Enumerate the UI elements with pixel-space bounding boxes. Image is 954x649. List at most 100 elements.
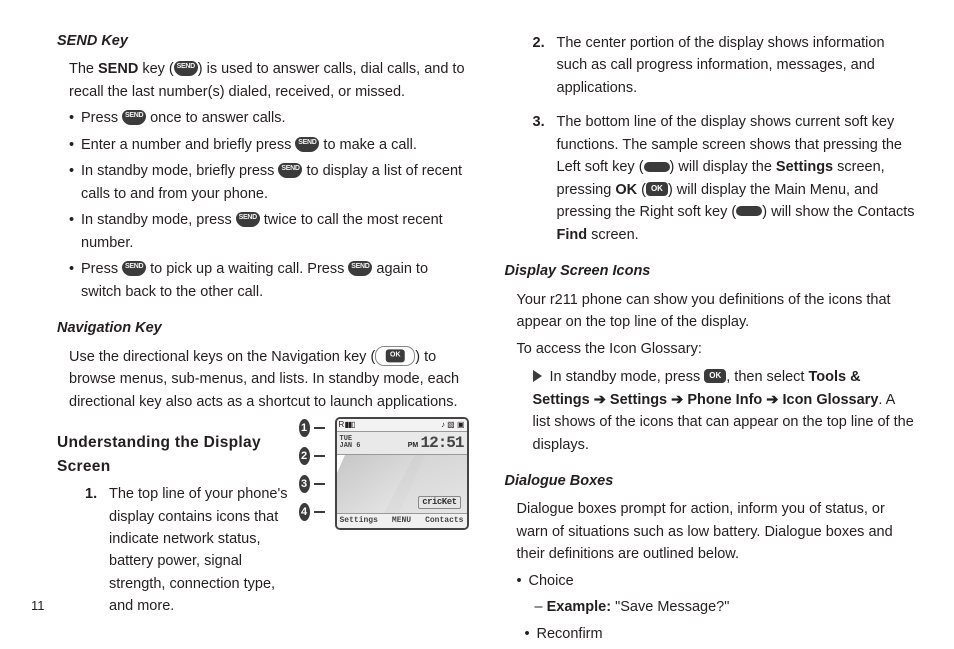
columns: SEND Key The SEND key (SEND) is used to … bbox=[57, 30, 916, 649]
icon-glossary-step: In standby mode, press OK, then select T… bbox=[509, 366, 917, 456]
text: Use the directional keys on the Navigati… bbox=[69, 349, 375, 365]
bullet: Press SEND once to answer calls. bbox=[69, 107, 469, 129]
callout-4: 4 bbox=[299, 503, 310, 521]
arrow-icon: ➔ bbox=[667, 392, 687, 408]
understanding-display-block: Understanding the Display Screen The top… bbox=[57, 417, 469, 634]
navigation-key-icon bbox=[375, 346, 415, 366]
send-key-icon: SEND bbox=[122, 110, 146, 125]
callout-row: 4 bbox=[299, 503, 325, 521]
phone-clock-group: PM 12:51 bbox=[408, 435, 464, 451]
settings-bold: Settings bbox=[610, 392, 667, 408]
find-bold: Find bbox=[557, 227, 588, 243]
display-icons-p1: Your r211 phone can show you definitions… bbox=[517, 289, 917, 334]
example-text: "Save Message?" bbox=[611, 599, 729, 615]
text: to pick up a waiting call. Press bbox=[146, 261, 348, 277]
ok-bold: OK bbox=[615, 182, 637, 198]
right-softkey-icon bbox=[736, 206, 762, 216]
text: Press bbox=[81, 110, 122, 126]
phone-screen-illustration: R ▮▮▯ ♪ ▧ ▣ TUE JAN 6 PM 12:51 bbox=[335, 417, 469, 530]
text: Press bbox=[81, 261, 122, 277]
text: Choice bbox=[529, 573, 574, 589]
step-2: The center portion of the display shows … bbox=[533, 32, 917, 99]
understanding-steps-cont: The center portion of the display shows … bbox=[505, 32, 917, 246]
icon-glossary-bold: Icon Glossary bbox=[782, 392, 878, 408]
dialogue-bullets: Choice bbox=[517, 570, 917, 592]
text: once to answer calls. bbox=[146, 110, 285, 126]
brand-label: cricKet bbox=[418, 496, 460, 509]
triangle-bullet-icon bbox=[533, 370, 542, 382]
step-3: The bottom line of the display shows cur… bbox=[533, 111, 917, 246]
send-key-icon: SEND bbox=[295, 137, 319, 152]
callout-numbers: 1 2 3 4 bbox=[299, 417, 325, 521]
text: Reconfirm bbox=[537, 626, 603, 642]
phone-clock: 12:51 bbox=[420, 434, 463, 452]
pm-label: PM bbox=[408, 442, 419, 449]
arrow-icon: ➔ bbox=[762, 392, 782, 408]
step-1: The top line of your phone's display con… bbox=[85, 483, 289, 618]
navigation-key-heading: Navigation Key bbox=[57, 317, 469, 339]
phone-body: cricKet bbox=[337, 455, 467, 513]
page-number: 11 bbox=[31, 596, 45, 616]
bullet: In standby mode, briefly press SEND to d… bbox=[69, 160, 469, 205]
dialogue-bullets-2: Reconfirm bbox=[525, 623, 917, 645]
text: screen. bbox=[587, 227, 639, 243]
callout-row: 1 bbox=[299, 419, 325, 437]
send-key-icon: SEND bbox=[122, 261, 146, 276]
understanding-steps: The top line of your phone's display con… bbox=[57, 483, 289, 618]
bullet: Reconfirm bbox=[525, 623, 917, 645]
callout-2: 2 bbox=[299, 447, 310, 465]
text: , then select bbox=[726, 369, 808, 385]
text: The center portion of the display shows … bbox=[557, 35, 885, 96]
text: The bbox=[69, 61, 98, 77]
callout-row: 3 bbox=[299, 475, 325, 493]
text: Enter a number and briefly press bbox=[81, 137, 295, 153]
navigation-key-body: Use the directional keys on the Navigati… bbox=[69, 346, 469, 413]
callout-3: 3 bbox=[299, 475, 310, 493]
phone-date: TUE JAN 6 bbox=[340, 436, 361, 450]
left-column: SEND Key The SEND key (SEND) is used to … bbox=[57, 30, 469, 649]
text: In standby mode, briefly press bbox=[81, 163, 278, 179]
send-key-icon: SEND bbox=[278, 163, 302, 178]
text: ) will display the bbox=[670, 159, 776, 175]
send-key-intro: The SEND key (SEND) is used to answer ca… bbox=[69, 58, 469, 103]
date-bot: JAN 6 bbox=[340, 442, 361, 450]
dialogue-boxes-heading: Dialogue Boxes bbox=[505, 470, 917, 492]
ok-key-icon: OK bbox=[704, 369, 726, 383]
settings-bold: Settings bbox=[776, 159, 833, 175]
text: The top line of your phone's display con… bbox=[109, 486, 288, 614]
text: key ( bbox=[138, 61, 173, 77]
understanding-display-heading: Understanding the Display Screen bbox=[57, 431, 289, 479]
signal-icon: R ▮▮▯ bbox=[339, 421, 355, 429]
send-key-heading: SEND Key bbox=[57, 30, 469, 52]
bullet: Choice bbox=[517, 570, 917, 592]
softkey-center-label: MENU bbox=[392, 517, 411, 525]
display-icons-heading: Display Screen Icons bbox=[505, 260, 917, 282]
example-label: Example: bbox=[547, 599, 611, 615]
phone-info-bold: Phone Info bbox=[687, 392, 762, 408]
callout-leader bbox=[314, 483, 325, 485]
send-bold: SEND bbox=[98, 61, 138, 77]
send-key-icon: SEND bbox=[174, 61, 198, 76]
status-icons: ♪ ▧ ▣ bbox=[441, 421, 465, 429]
send-key-icon: SEND bbox=[348, 261, 372, 276]
arrow-icon: ➔ bbox=[590, 392, 610, 408]
callout-row: 2 bbox=[299, 447, 325, 465]
ok-key-icon: OK bbox=[646, 182, 668, 196]
bullet: Press SEND to pick up a waiting call. Pr… bbox=[69, 258, 469, 303]
softkey-left-label: Settings bbox=[340, 517, 378, 525]
bullet: In standby mode, press SEND twice to cal… bbox=[69, 209, 469, 254]
callout-leader bbox=[314, 427, 325, 429]
page: SEND Key The SEND key (SEND) is used to … bbox=[0, 0, 954, 636]
callout-leader bbox=[314, 455, 325, 457]
left-softkey-icon bbox=[644, 162, 670, 172]
phone-softkeys: Settings MENU Contacts bbox=[337, 513, 467, 528]
text: ( bbox=[637, 182, 646, 198]
right-column: The center portion of the display shows … bbox=[505, 30, 917, 649]
dialogue-boxes-body: Dialogue boxes prompt for action, inform… bbox=[517, 498, 917, 565]
send-key-icon: SEND bbox=[236, 212, 260, 227]
text: In standby mode, press bbox=[550, 369, 705, 385]
understanding-display-text: Understanding the Display Screen The top… bbox=[57, 417, 289, 634]
callout-1: 1 bbox=[299, 419, 310, 437]
display-icons-p2: To access the Icon Glossary: bbox=[517, 338, 917, 360]
callout-leader bbox=[314, 511, 325, 513]
